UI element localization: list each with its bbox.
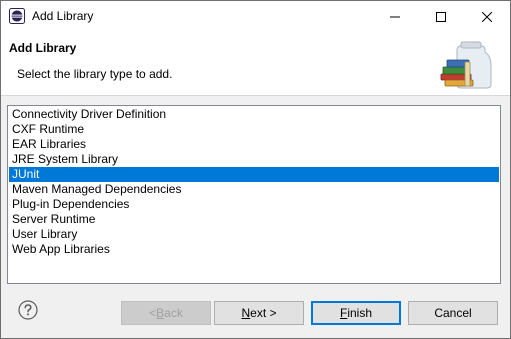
list-item[interactable]: Maven Managed Dependencies (9, 182, 499, 197)
add-library-dialog: Add Library Add Library Select the libra… (0, 0, 511, 339)
list-item[interactable]: User Library (9, 227, 499, 242)
banner-message: Select the library type to add. (17, 67, 173, 81)
eclipse-icon (9, 8, 25, 24)
close-icon (482, 11, 492, 22)
help-icon[interactable] (18, 300, 38, 320)
list-item[interactable]: Connectivity Driver Definition (9, 107, 499, 122)
list-item[interactable]: JRE System Library (9, 152, 499, 167)
window-title: Add Library (32, 9, 94, 23)
list-item[interactable]: Plug-in Dependencies (9, 197, 499, 212)
minimize-icon (390, 16, 400, 17)
list-item[interactable]: Server Runtime (9, 212, 499, 227)
list-item[interactable]: JUnit (9, 167, 499, 182)
finish-button[interactable]: Finish (311, 301, 401, 325)
title-bar[interactable]: Add Library (1, 1, 510, 32)
maximize-button[interactable] (418, 1, 464, 32)
next-mnemonic: N (241, 306, 251, 320)
finish-label-rest: inish (347, 306, 373, 320)
cancel-label: Cancel (434, 306, 472, 320)
list-item[interactable]: CXF Runtime (9, 122, 499, 137)
wizard-banner: Add Library Select the library type to a… (1, 32, 510, 96)
back-label-rest: ack (164, 306, 183, 320)
minimize-button[interactable] (372, 1, 418, 32)
list-item[interactable]: Web App Libraries (9, 242, 499, 257)
maximize-icon (436, 11, 446, 22)
library-type-list[interactable]: Connectivity Driver Definition CXF Runtim… (7, 105, 501, 284)
list-item[interactable]: EAR Libraries (9, 137, 499, 152)
cancel-button[interactable]: Cancel (408, 301, 498, 325)
close-button[interactable] (464, 1, 510, 32)
back-mnemonic: B (156, 306, 165, 320)
library-jar-icon (440, 41, 492, 89)
next-button[interactable]: Next > (214, 301, 304, 325)
finish-mnemonic: F (339, 306, 348, 320)
next-label-rest: ext > (250, 306, 277, 320)
banner-title: Add Library (9, 41, 77, 55)
back-button[interactable]: < Back (121, 301, 211, 325)
back-prefix: < (149, 306, 157, 320)
